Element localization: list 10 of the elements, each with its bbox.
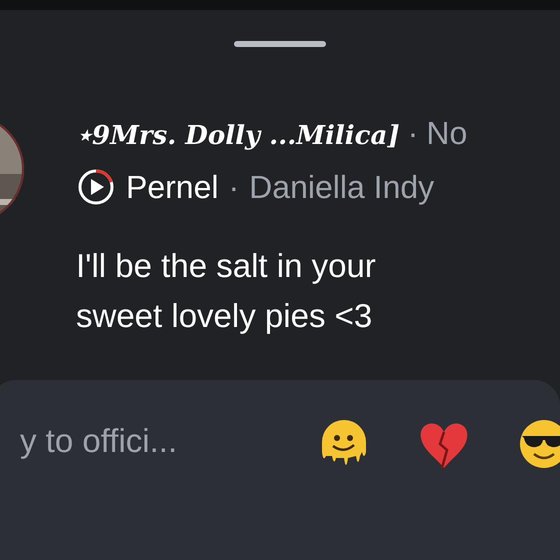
separator-dot: · (408, 114, 418, 153)
play-icon[interactable] (76, 167, 116, 207)
drag-handle[interactable] (234, 41, 326, 47)
separator-dot: · (228, 168, 240, 207)
reply-field[interactable]: y to offici... (0, 416, 270, 466)
timestamp: No (426, 114, 468, 153)
author-name[interactable]: ⋆9Mrs. Dolly ...Milica] (76, 117, 400, 156)
audio-title[interactable]: Pernel (126, 163, 218, 211)
comment-text: I'll be the salt in your sweet lovely pies <3 (76, 246, 377, 336)
audio-artist[interactable]: Daniella Indy (249, 163, 434, 211)
